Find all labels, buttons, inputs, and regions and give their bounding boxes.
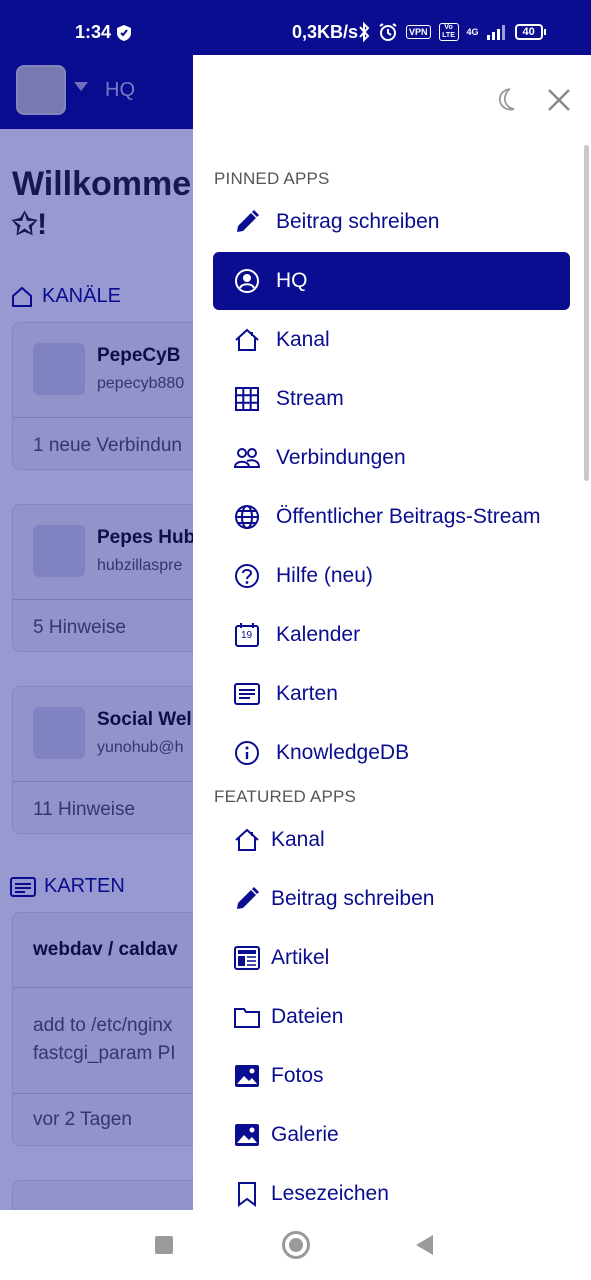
- close-icon[interactable]: [546, 87, 572, 113]
- recents-button[interactable]: [155, 1236, 173, 1254]
- featured-item-label: Dateien: [271, 1005, 344, 1028]
- featured-item-label: Galerie: [271, 1123, 339, 1146]
- featured-item-label: Lesezeichen: [271, 1182, 389, 1205]
- network-type: 4G: [466, 27, 479, 37]
- user-circle-icon: [233, 267, 261, 295]
- bluetooth-icon: [359, 22, 370, 42]
- question-icon: [233, 562, 261, 590]
- app-drawer: PINNED APPS Beitrag schreiben HQ Kanal S…: [193, 55, 591, 1210]
- pinned-item-kalender[interactable]: 19 Kalender: [213, 606, 570, 664]
- featured-item-fotos[interactable]: Fotos: [213, 1047, 570, 1105]
- network-speed: 0,3KB/s: [292, 22, 359, 42]
- featured-item-lesezeichen[interactable]: Lesezeichen: [213, 1165, 570, 1210]
- featured-item-label: Kanal: [271, 828, 325, 851]
- featured-item-galerie[interactable]: Galerie: [213, 1106, 570, 1164]
- image-icon: [233, 1062, 261, 1090]
- pinned-item-label: Öffentlicher Beitrags-Stream: [276, 505, 541, 528]
- pinned-item-knowledgedb[interactable]: KnowledgeDB: [213, 724, 570, 782]
- scrollbar[interactable]: [584, 145, 589, 481]
- featured-item-kanal[interactable]: Kanal: [213, 811, 570, 869]
- pencil-icon: [233, 208, 261, 236]
- status-time: 1:34: [75, 22, 112, 42]
- pinned-item-hilfe[interactable]: Hilfe (neu): [213, 547, 570, 605]
- pinned-item-hq[interactable]: HQ: [213, 252, 570, 310]
- info-icon: [233, 739, 261, 767]
- home-button[interactable]: [282, 1231, 310, 1259]
- pinned-item-label: Kanal: [276, 328, 330, 351]
- image-icon: [233, 1121, 261, 1149]
- pinned-item-beitrag-schreiben[interactable]: Beitrag schreiben: [213, 193, 570, 251]
- featured-item-label: Beitrag schreiben: [271, 887, 435, 910]
- pinned-item-kanal[interactable]: Kanal: [213, 311, 570, 369]
- pinned-item-label: Karten: [276, 682, 338, 705]
- pinned-item-label: Verbindungen: [276, 446, 406, 469]
- battery-indicator: 40: [514, 24, 547, 40]
- pencil-icon: [233, 885, 261, 913]
- home-icon: [233, 326, 261, 354]
- pinned-item-label: HQ: [276, 269, 308, 292]
- drawer-scrim[interactable]: [0, 55, 193, 1210]
- back-button[interactable]: [416, 1235, 433, 1255]
- calendar-icon: 19: [233, 621, 261, 649]
- pinned-apps-title: PINNED APPS: [214, 169, 330, 188]
- pinned-item-verbindungen[interactable]: Verbindungen: [213, 429, 570, 487]
- newspaper-icon: [233, 944, 261, 972]
- card-icon: [233, 680, 261, 708]
- pinned-item-stream[interactable]: Stream: [213, 370, 570, 428]
- alarm-icon: [379, 23, 397, 41]
- vpn-badge: VPN: [406, 25, 431, 39]
- featured-item-dateien[interactable]: Dateien: [213, 988, 570, 1046]
- bookmark-icon: [233, 1180, 261, 1208]
- folder-icon: [233, 1003, 261, 1031]
- home-icon: [233, 826, 261, 854]
- pinned-item-label: Hilfe (neu): [276, 564, 373, 587]
- shield-icon: [117, 25, 131, 41]
- moon-icon[interactable]: [495, 87, 519, 113]
- pinned-item-label: Stream: [276, 387, 344, 410]
- calendar-day: 19: [241, 630, 253, 641]
- pinned-item-label: KnowledgeDB: [276, 741, 410, 764]
- grid-icon: [233, 385, 261, 413]
- system-nav-bar: [0, 1210, 591, 1280]
- pinned-item-oeffentlicher-stream[interactable]: Öffentlicher Beitrags-Stream: [213, 488, 570, 546]
- pinned-item-karten[interactable]: Karten: [213, 665, 570, 723]
- featured-item-label: Fotos: [271, 1064, 324, 1087]
- volte-badge: Vo LTE: [438, 23, 459, 41]
- signal-icon: [486, 25, 505, 40]
- featured-apps-title: FEATURED APPS: [214, 787, 357, 806]
- featured-item-beitrag-schreiben[interactable]: Beitrag schreiben: [213, 870, 570, 928]
- featured-item-artikel[interactable]: Artikel: [213, 929, 570, 987]
- pinned-item-label: Kalender: [276, 623, 361, 646]
- status-bar: 1:34 0,3KB/s VPN Vo LTE 4G 40: [0, 0, 591, 55]
- people-icon: [233, 444, 261, 472]
- featured-item-label: Artikel: [271, 946, 330, 969]
- globe-icon: [233, 503, 261, 531]
- pinned-item-label: Beitrag schreiben: [276, 210, 440, 233]
